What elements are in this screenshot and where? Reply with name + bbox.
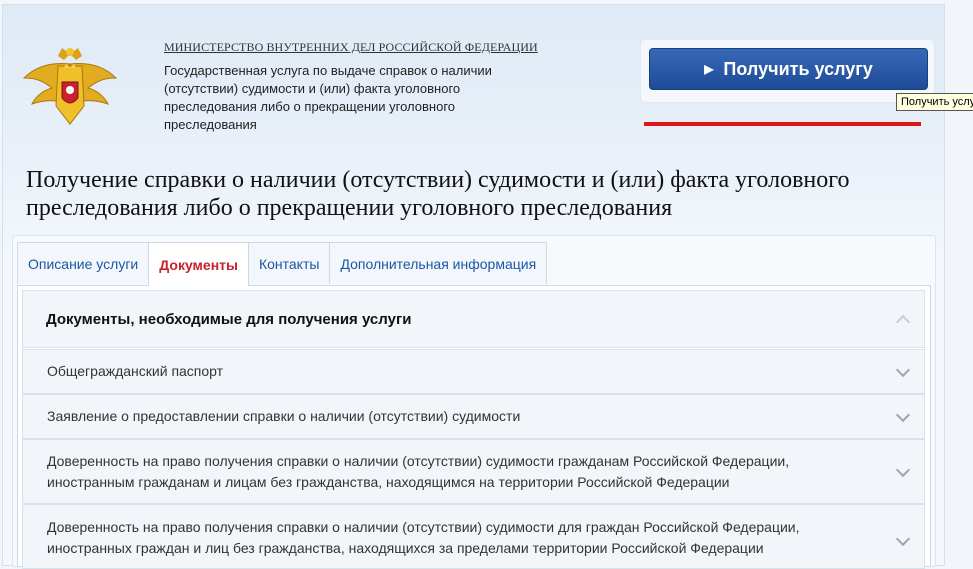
triangle-right-icon: ▶ [704, 62, 714, 76]
accordion-item-passport[interactable]: Общегражданский паспорт [22, 349, 925, 394]
chevron-down-icon [895, 462, 911, 477]
accordion-item-application[interactable]: Заявление о предоставлении справки о нал… [22, 394, 925, 439]
documents-section-header[interactable]: Документы, необходимые для получения усл… [22, 290, 925, 348]
tab-description[interactable]: Описание услуги [17, 242, 150, 284]
accordion-item-label: Общегражданский паспорт [47, 363, 224, 379]
chevron-up-icon [895, 314, 911, 330]
accordion-item-power-of-attorney-inside[interactable]: Доверенность на право получения справки … [22, 439, 925, 504]
get-service-label: Получить услугу [723, 58, 873, 79]
tab-additional-info[interactable]: Дополнительная информация [329, 242, 548, 284]
tab-contacts[interactable]: Контакты [247, 242, 331, 284]
page-title: Получение справки о наличии (отсутствии)… [26, 167, 850, 221]
accordion-item-power-of-attorney-abroad[interactable]: Доверенность на право получения справки … [22, 504, 925, 569]
tab-bar: Описание услуги Документы Контакты Допол… [17, 242, 548, 286]
tab-documents[interactable]: Документы [148, 242, 249, 286]
documents-heading: Документы, необходимые для получения усл… [46, 310, 412, 328]
get-service-button[interactable]: ▶ Получить услугу [649, 48, 928, 90]
accordion-item-label: Заявление о предоставлении справки о нал… [47, 408, 521, 424]
accent-line [644, 122, 921, 126]
chevron-down-icon [895, 362, 911, 377]
mvd-emblem-icon [22, 44, 118, 136]
accordion-item-label: Доверенность на право получения справки … [47, 519, 800, 556]
ministry-link[interactable]: МИНИСТЕРСТВО ВНУТРЕННИХ ДЕЛ РОССИЙСКОЙ Ф… [164, 40, 538, 55]
chevron-down-icon [895, 407, 911, 422]
service-description: Государственная услуга по выдаче справок… [164, 63, 492, 132]
accordion-item-label: Доверенность на право получения справки … [47, 452, 790, 490]
chevron-down-icon [895, 531, 911, 547]
tooltip: Получить услугу [896, 93, 973, 111]
